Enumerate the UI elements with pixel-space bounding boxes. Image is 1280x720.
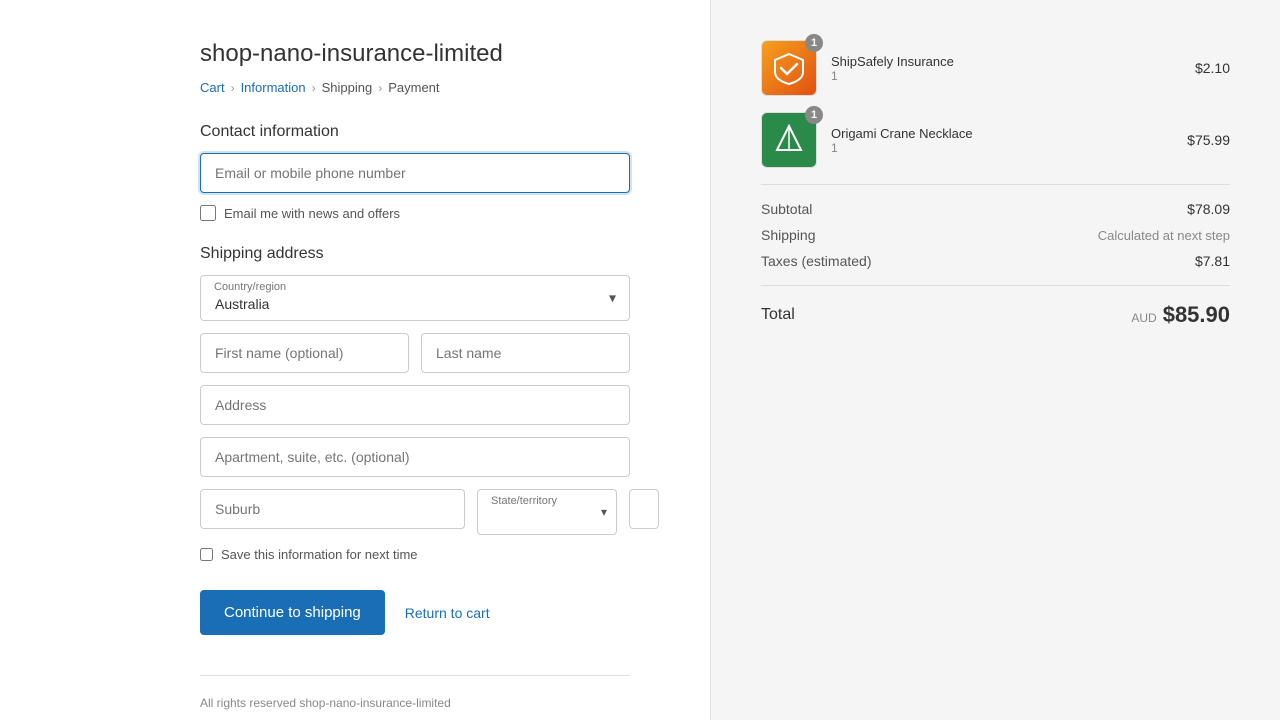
contact-section-title: Contact information: [200, 123, 630, 141]
total-row: Total AUD $85.90: [761, 285, 1230, 328]
order-item-2: 1 Origami Crane Necklace 1 $75.99: [761, 112, 1230, 168]
country-group: Country/region Australia ▾: [200, 275, 630, 321]
country-select[interactable]: Australia: [200, 275, 630, 321]
shipping-row: Shipping Calculated at next step: [761, 227, 1230, 243]
shop-title: shop-nano-insurance-limited: [200, 40, 630, 68]
taxes-label: Taxes (estimated): [761, 253, 871, 269]
taxes-value: $7.81: [1195, 253, 1230, 269]
first-name-input[interactable]: [200, 333, 409, 373]
origami-icon: [771, 122, 807, 158]
email-input[interactable]: [200, 153, 630, 193]
item-info-1: ShipSafely Insurance 1: [831, 54, 1181, 83]
email-group: [200, 153, 630, 193]
item-badge-2: 1: [805, 106, 823, 124]
shipping-value: Calculated at next step: [1098, 228, 1230, 243]
breadcrumb-shipping: Shipping: [322, 80, 373, 95]
breadcrumb-cart[interactable]: Cart: [200, 80, 225, 95]
taxes-row: Taxes (estimated) $7.81: [761, 253, 1230, 269]
item-price-1: $2.10: [1195, 60, 1230, 76]
save-checkbox[interactable]: [200, 548, 213, 561]
breadcrumb: Cart › Information › Shipping › Payment: [200, 80, 630, 95]
subtotal-value: $78.09: [1187, 201, 1230, 217]
buttons-row: Continue to shipping Return to cart: [200, 590, 630, 635]
item-badge-1: 1: [805, 34, 823, 52]
total-label: Total: [761, 306, 795, 324]
suburb-state-postcode-row: State/territory ▾: [200, 489, 630, 535]
breadcrumb-sep-2: ›: [312, 81, 316, 95]
shipping-label: Shipping: [761, 227, 816, 243]
last-name-group: [421, 333, 630, 373]
footer-text: All rights reserved shop-nano-insurance-…: [200, 675, 630, 710]
breadcrumb-information[interactable]: Information: [241, 80, 306, 95]
item-name-2: Origami Crane Necklace: [831, 126, 1173, 141]
return-to-cart-link[interactable]: Return to cart: [405, 605, 490, 621]
continue-to-shipping-button[interactable]: Continue to shipping: [200, 590, 385, 635]
save-checkbox-row: Save this information for next time: [200, 547, 630, 562]
item-image-2: 1: [761, 112, 817, 168]
item-qty-1: 1: [831, 69, 1181, 83]
item-name-1: ShipSafely Insurance: [831, 54, 1181, 69]
total-amount: $85.90: [1163, 302, 1230, 328]
total-value: AUD $85.90: [1131, 302, 1230, 328]
postcode-group: [629, 489, 659, 535]
news-label: Email me with news and offers: [224, 206, 400, 221]
total-currency: AUD: [1131, 311, 1156, 325]
item-image-1: 1: [761, 40, 817, 96]
address-input[interactable]: [200, 385, 630, 425]
item-info-2: Origami Crane Necklace 1: [831, 126, 1173, 155]
suburb-input[interactable]: [200, 489, 465, 529]
state-select-wrapper: State/territory ▾: [477, 489, 617, 535]
last-name-input[interactable]: [421, 333, 630, 373]
left-panel: shop-nano-insurance-limited Cart › Infor…: [0, 0, 710, 720]
country-select-wrapper: Country/region Australia ▾: [200, 275, 630, 321]
breadcrumb-sep-1: ›: [231, 81, 235, 95]
shipsafely-icon: [771, 50, 807, 86]
right-panel: 1 ShipSafely Insurance 1 $2.10 1 Origami…: [710, 0, 1280, 720]
news-checkbox-row: Email me with news and offers: [200, 205, 630, 221]
state-group: State/territory ▾: [477, 489, 617, 535]
item-qty-2: 1: [831, 141, 1173, 155]
postcode-input[interactable]: [629, 489, 659, 529]
save-label: Save this information for next time: [221, 547, 418, 562]
first-name-group: [200, 333, 409, 373]
subtotal-label: Subtotal: [761, 201, 812, 217]
order-divider: [761, 184, 1230, 185]
apt-group: [200, 437, 630, 477]
order-item-1: 1 ShipSafely Insurance 1 $2.10: [761, 40, 1230, 96]
news-checkbox[interactable]: [200, 205, 216, 221]
apt-input[interactable]: [200, 437, 630, 477]
subtotal-row: Subtotal $78.09: [761, 201, 1230, 217]
name-row: [200, 333, 630, 385]
breadcrumb-payment: Payment: [388, 80, 439, 95]
breadcrumb-sep-3: ›: [378, 81, 382, 95]
suburb-group: [200, 489, 465, 535]
address-group: [200, 385, 630, 425]
shipping-section-title: Shipping address: [200, 245, 630, 263]
state-select[interactable]: [477, 489, 617, 535]
item-price-2: $75.99: [1187, 132, 1230, 148]
